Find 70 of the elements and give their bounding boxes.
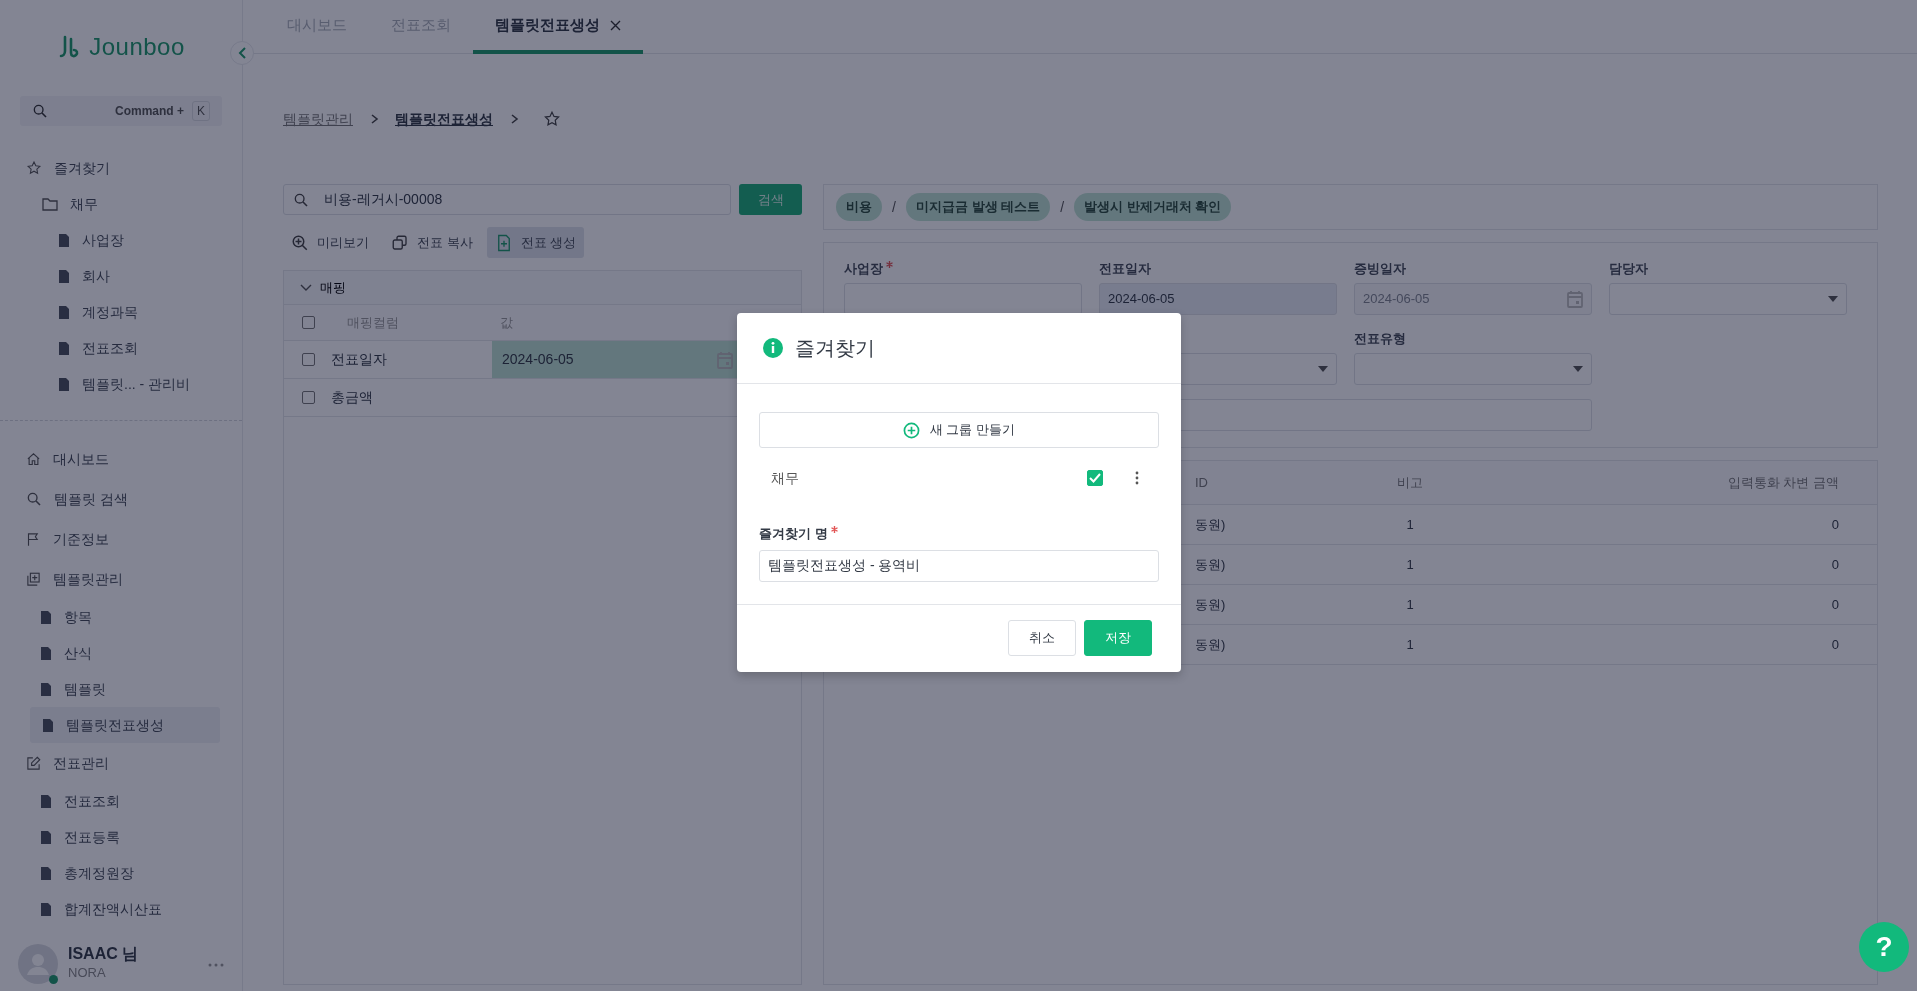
chip[interactable]: 발생시 반제거래처 확인 xyxy=(1074,193,1232,221)
cell-text: 2024-06-05 xyxy=(502,350,574,369)
cancel-button[interactable]: 취소 xyxy=(1008,620,1076,656)
column-header: 입력통화 차변 금액 xyxy=(1726,473,1840,492)
submenu-item[interactable]: 템플릿전표생성 xyxy=(30,707,220,743)
breadcrumb-link[interactable]: 템플릿전표생성 xyxy=(395,108,493,130)
dialog-title: 즐겨찾기 xyxy=(795,336,875,361)
submenu-item[interactable]: 산식 xyxy=(0,635,220,671)
favorite-item[interactable]: 템플릿... - 관리비 xyxy=(0,366,242,402)
user-org: NORA xyxy=(68,964,107,983)
menu-item[interactable]: 전표관리 xyxy=(0,743,242,783)
user-name: ISAAC 님 xyxy=(68,945,140,964)
help-button[interactable]: ? xyxy=(1859,922,1909,972)
separator-text: / xyxy=(1060,197,1064,217)
table-cell-text: 0 xyxy=(1830,595,1840,614)
table-cell-text: 동원) xyxy=(1194,555,1227,574)
input-field[interactable]: 2024-06-05 xyxy=(1099,283,1337,315)
section-header[interactable]: 매핑 xyxy=(284,271,801,305)
table-cell-text: 1 xyxy=(1405,515,1415,534)
favorite-item[interactable]: 계정과목 xyxy=(0,294,242,330)
submenu-item[interactable]: 항목 xyxy=(0,599,220,635)
submenu-item[interactable]: 합계잔액시산표 xyxy=(0,891,220,927)
table-cell-text: 0 xyxy=(1830,635,1840,654)
table-cell-text: 전표일자 xyxy=(331,350,387,369)
table-cell-text: 1 xyxy=(1405,635,1415,654)
table-cell-text: 1 xyxy=(1405,555,1415,574)
folder-link[interactable]: 채무 xyxy=(0,186,242,222)
new-group-button[interactable]: 새 그룹 만들기 xyxy=(759,412,1159,448)
breadcrumb-link[interactable]: 템플릿관리 xyxy=(283,108,353,130)
field-label: 증빙일자 xyxy=(1354,261,1406,276)
field-label: 전표일자 xyxy=(1099,261,1151,276)
menu-item[interactable]: 대시보드 xyxy=(0,439,242,479)
search-field[interactable]: 비용-레거시-00008 xyxy=(283,184,731,215)
toolbar-button[interactable]: 전표 생성 xyxy=(486,227,585,258)
favorite-item[interactable]: 사업장 xyxy=(0,222,242,258)
input-field[interactable]: 템플릿전표생성 - 용역비 xyxy=(759,549,1159,582)
field-label: 사업장 xyxy=(844,261,883,276)
table-cell-text: 동원) xyxy=(1194,515,1227,534)
save-button[interactable]: 저장 xyxy=(1084,620,1152,656)
chip[interactable]: 비용 xyxy=(836,193,882,221)
table-cell-text: 0 xyxy=(1830,515,1840,534)
field-label: 담당자 xyxy=(1609,261,1648,276)
tab[interactable]: 템플릿전표생성 xyxy=(473,0,643,54)
menu-item[interactable]: 템플릿관리 xyxy=(0,559,242,599)
submenu-item[interactable]: 템플릿 xyxy=(0,671,220,707)
favorites-link[interactable]: 즐겨찾기 xyxy=(0,150,242,186)
separator-text: / xyxy=(892,197,896,217)
table-cell-text: 1 xyxy=(1405,595,1415,614)
submenu-item[interactable]: 전표조회 xyxy=(0,783,220,819)
toolbar-button[interactable]: 미리보기 xyxy=(283,227,377,258)
table-cell-text: 0 xyxy=(1830,555,1840,574)
group-label: 채무 xyxy=(771,468,800,488)
favorite-item[interactable]: 회사 xyxy=(0,258,242,294)
submenu-item[interactable]: 전표등록 xyxy=(0,819,220,855)
table-cell-text: 동원) xyxy=(1194,595,1227,614)
shortcut-key: K xyxy=(192,101,210,121)
column-header: ID xyxy=(1194,473,1209,492)
field-label: 즐겨찾기 명 xyxy=(759,526,828,541)
menu-item[interactable]: 템플릿 검색 xyxy=(0,479,242,519)
favorite-item[interactable]: 전표조회 xyxy=(0,330,242,366)
table-cell-text: 동원) xyxy=(1194,635,1227,654)
menu-item[interactable]: 기준정보 xyxy=(0,519,242,559)
table-cell-text: 총금액 xyxy=(331,388,373,407)
column-header: 비고 xyxy=(1396,473,1424,492)
submenu-item[interactable]: 총계정원장 xyxy=(0,855,220,891)
field-label: 전표유형 xyxy=(1354,331,1406,346)
logo-text: Jounboo xyxy=(89,32,185,62)
search-bar[interactable]: Command + K xyxy=(20,96,222,126)
chip[interactable]: 미지급금 발생 테스트 xyxy=(905,193,1051,221)
toolbar-button[interactable]: 전표 복사 xyxy=(383,227,481,258)
